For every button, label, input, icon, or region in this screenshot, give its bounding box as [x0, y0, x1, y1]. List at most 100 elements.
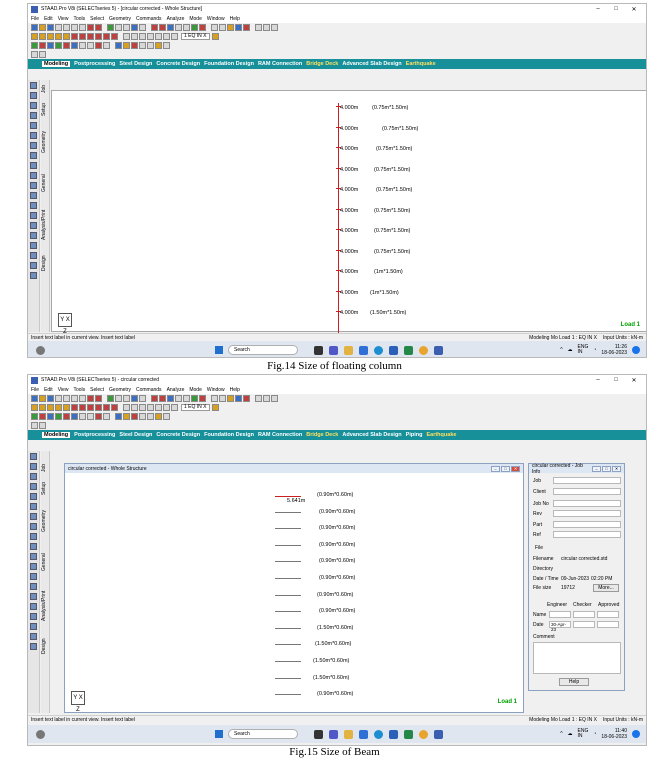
query-cursor-icon[interactable] — [30, 222, 37, 229]
copy-icon[interactable] — [71, 24, 78, 31]
tab-advanced-slab-design[interactable]: Advanced Slab Design — [342, 432, 401, 438]
report-cursor-icon[interactable] — [30, 563, 37, 570]
cascade-icon[interactable] — [271, 395, 278, 402]
draw-cursor-icon[interactable] — [30, 232, 37, 239]
inner-close-button[interactable]: ✕ — [511, 465, 520, 472]
view-iso-icon[interactable] — [95, 33, 102, 40]
plate-icon[interactable] — [167, 395, 174, 402]
side-tab-analysis-print[interactable]: Analysis/Print — [41, 202, 50, 248]
tile-icon[interactable] — [263, 395, 270, 402]
menu-analyze[interactable]: Analyze — [167, 16, 185, 22]
property-cursor-icon[interactable] — [30, 513, 37, 520]
weather-icon[interactable] — [36, 729, 45, 739]
window-icon[interactable] — [255, 24, 262, 31]
paste-icon[interactable] — [79, 24, 86, 31]
property-cursor-icon[interactable] — [30, 142, 37, 149]
windows-start-icon[interactable] — [215, 346, 223, 354]
load-cursor-icon[interactable] — [30, 533, 37, 540]
member-query-icon[interactable] — [39, 42, 46, 49]
comment-field[interactable] — [533, 642, 621, 674]
side-tab-job[interactable]: Job — [41, 461, 50, 475]
beam-line[interactable] — [275, 694, 301, 696]
menu-commands[interactable]: Commands — [136, 387, 162, 393]
rev-field[interactable] — [553, 510, 621, 517]
zoom-in-icon[interactable] — [123, 33, 130, 40]
zoom-window-icon[interactable] — [139, 404, 146, 411]
menu-mode[interactable]: Mode — [189, 387, 202, 393]
new-file-icon[interactable] — [31, 395, 38, 402]
mirror-icon[interactable] — [95, 413, 102, 420]
tab-bridge-deck[interactable]: Bridge Deck — [306, 61, 338, 67]
chrome-icon[interactable] — [419, 345, 428, 355]
tab-steel-design[interactable]: Steel Design — [119, 61, 152, 67]
wifi-icon[interactable]: ◔ — [593, 731, 596, 737]
side-tab-setup[interactable]: Setup — [41, 477, 50, 499]
help-button[interactable]: Help — [559, 678, 589, 686]
job-field[interactable] — [553, 477, 621, 484]
beam-line[interactable] — [275, 677, 301, 679]
annotation-icon[interactable] — [115, 413, 122, 420]
load-icon[interactable] — [191, 395, 198, 402]
plate-cursor-icon[interactable] — [30, 473, 37, 480]
group-cursor-icon[interactable] — [30, 252, 37, 259]
settings-cursor-icon[interactable] — [30, 272, 37, 279]
grid-icon[interactable] — [219, 395, 226, 402]
annotation-icon[interactable] — [115, 42, 122, 49]
move-icon[interactable] — [103, 413, 110, 420]
view-icon[interactable] — [131, 24, 138, 31]
rotate-x-icon[interactable] — [103, 404, 110, 411]
select-nodes-icon[interactable] — [31, 404, 38, 411]
move-icon[interactable] — [103, 42, 110, 49]
rotate-icon[interactable] — [123, 24, 130, 31]
rotate-y-icon[interactable] — [111, 33, 118, 40]
redo-icon[interactable] — [95, 395, 102, 402]
menu-geometry[interactable]: Geometry — [109, 387, 131, 393]
mirror-icon[interactable] — [95, 42, 102, 49]
job-no-field[interactable] — [553, 500, 621, 507]
approved-name-field[interactable] — [597, 611, 619, 618]
solid-cursor-icon[interactable] — [30, 483, 37, 490]
plate-cursor-icon[interactable] — [30, 102, 37, 109]
menu-commands[interactable]: Commands — [136, 16, 162, 22]
select-all-icon[interactable] — [63, 404, 70, 411]
snap-grid-icon[interactable] — [31, 51, 38, 58]
symbols-icon[interactable] — [155, 42, 162, 49]
node-cursor-icon[interactable] — [30, 92, 37, 99]
stop-icon[interactable] — [243, 24, 250, 31]
tray-chevron-icon[interactable]: ^ — [560, 347, 562, 353]
table-cursor-icon[interactable] — [30, 212, 37, 219]
beam-line[interactable] — [275, 561, 301, 563]
load-case-dropdown[interactable]: 1 EQ IN X — [181, 33, 210, 40]
menu-file[interactable]: File — [31, 16, 39, 22]
close-button[interactable]: ✕ — [625, 6, 643, 13]
section-cursor-icon[interactable] — [30, 573, 37, 580]
notification-icon[interactable] — [632, 346, 640, 354]
side-tab-geometry[interactable]: Geometry — [41, 501, 50, 541]
run-icon[interactable] — [227, 24, 234, 31]
window-icon[interactable] — [255, 395, 262, 402]
menu-window[interactable]: Window — [207, 387, 225, 393]
label-toggle-icon[interactable] — [139, 42, 146, 49]
view-icon[interactable] — [131, 395, 138, 402]
ref-field[interactable] — [553, 531, 621, 538]
edge-icon[interactable] — [374, 729, 383, 739]
clock[interactable]: 11:26 18-06-2023 — [601, 344, 627, 356]
dimension-icon[interactable] — [123, 42, 130, 49]
edge-icon[interactable] — [374, 345, 383, 355]
tab-modeling[interactable]: Modeling — [42, 61, 71, 67]
structure-wizard-icon[interactable] — [31, 413, 38, 420]
zoom-previous-icon[interactable] — [155, 33, 162, 40]
geometry-cursor-icon[interactable] — [30, 503, 37, 510]
structure-diagram-icon[interactable] — [147, 413, 154, 420]
zoom-dynamic-icon[interactable] — [163, 33, 170, 40]
analysis-cursor-icon[interactable] — [30, 543, 37, 550]
material-icon[interactable] — [71, 42, 78, 49]
tab-steel-design[interactable]: Steel Design — [119, 432, 152, 438]
group-cursor-icon[interactable] — [30, 623, 37, 630]
pointer-icon[interactable] — [39, 51, 46, 58]
zoom-in-icon[interactable] — [123, 404, 130, 411]
support-cursor-icon[interactable] — [30, 523, 37, 530]
plate-icon[interactable] — [167, 24, 174, 31]
rotate-x-icon[interactable] — [103, 33, 110, 40]
zoom-all-icon[interactable] — [147, 404, 154, 411]
